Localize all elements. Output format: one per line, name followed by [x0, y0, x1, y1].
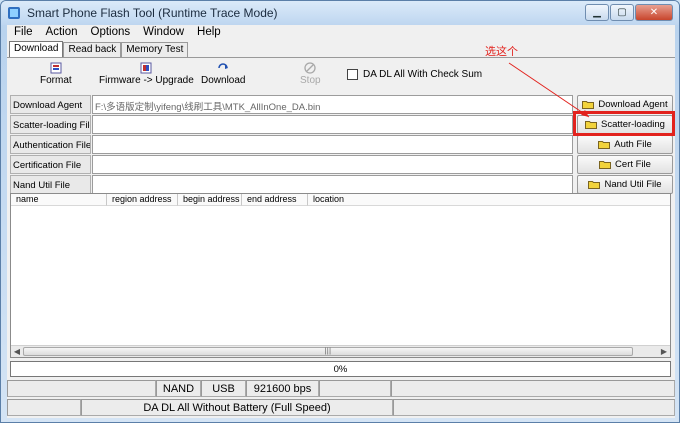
folder-icon: [599, 161, 612, 169]
status-mode: DA DL All Without Battery (Full Speed): [81, 399, 393, 416]
scroll-left-icon[interactable]: ◀: [11, 346, 23, 357]
file-row-authentication: Authentication File Auth File: [10, 135, 673, 154]
tab-divider: [7, 57, 675, 58]
window-controls: ▁ ▢ ✕: [585, 4, 673, 21]
authentication-label: Authentication File: [10, 135, 91, 154]
status-storage: NAND: [156, 380, 201, 397]
minimize-button[interactable]: ▁: [585, 4, 609, 21]
column-begin-address[interactable]: begin address: [178, 194, 242, 206]
download-icon: [216, 61, 230, 75]
status-cell-empty-5: [393, 399, 675, 416]
cert-file-button[interactable]: Cert File: [577, 155, 673, 174]
format-button[interactable]: Format: [40, 61, 72, 86]
tab-read-back[interactable]: Read back: [63, 42, 122, 57]
nand-util-button[interactable]: Nand Util File: [577, 175, 673, 194]
column-end-address[interactable]: end address: [242, 194, 308, 206]
auth-file-button[interactable]: Auth File: [577, 135, 673, 154]
auth-file-button-label: Auth File: [614, 139, 652, 150]
format-label: Format: [40, 75, 72, 86]
scroll-thumb[interactable]: |||: [23, 347, 633, 356]
format-icon: [49, 61, 63, 75]
menu-help[interactable]: Help: [190, 25, 227, 41]
stop-label: Stop: [300, 75, 321, 86]
file-row-certification: Certification File Cert File: [10, 155, 673, 174]
tab-download[interactable]: Download: [9, 41, 64, 57]
download-agent-button-label: Download Agent: [598, 99, 668, 110]
status-bar: NAND USB 921600 bps DA DL All Without Ba…: [7, 380, 675, 418]
menu-bar: File Action Options Window Help: [7, 25, 675, 41]
menu-window[interactable]: Window: [136, 25, 190, 41]
annotation-arrow-icon: [508, 62, 590, 118]
folder-icon: [588, 181, 601, 189]
download-agent-label: Download Agent: [10, 95, 91, 114]
tab-memory-test[interactable]: Memory Test: [121, 42, 189, 57]
nand-util-label: Nand Util File: [10, 175, 91, 194]
menu-file[interactable]: File: [7, 25, 39, 41]
download-label: Download: [201, 75, 246, 86]
window-title: Smart Phone Flash Tool (Runtime Trace Mo…: [27, 6, 278, 20]
app-window: Smart Phone Flash Tool (Runtime Trace Mo…: [0, 0, 680, 423]
download-button[interactable]: Download: [201, 61, 245, 86]
table-header: name region address begin address end ad…: [11, 194, 670, 206]
status-cell-empty-4: [7, 399, 81, 416]
status-cell-empty-3: [391, 380, 675, 397]
firmware-upgrade-icon: [139, 61, 153, 75]
partition-table[interactable]: name region address begin address end ad…: [10, 193, 671, 358]
tab-strip: Download Read back Memory Test: [9, 41, 189, 57]
column-location[interactable]: location: [308, 194, 670, 206]
folder-icon: [598, 141, 611, 149]
checksum-checkbox[interactable]: [347, 69, 358, 80]
scroll-right-icon[interactable]: ▶: [658, 346, 670, 357]
menu-options[interactable]: Options: [84, 25, 137, 41]
close-button[interactable]: ✕: [635, 4, 673, 21]
stop-button[interactable]: Stop: [300, 61, 321, 86]
progress-bar: 0%: [10, 361, 671, 377]
cert-file-button-label: Cert File: [615, 159, 651, 170]
file-row-nand-util: Nand Util File Nand Util File: [10, 175, 673, 194]
status-cell-empty-1: [7, 380, 156, 397]
authentication-input[interactable]: [92, 135, 573, 154]
certification-input[interactable]: [92, 155, 573, 174]
main-panel: File Action Options Window Help Download…: [7, 25, 675, 418]
certification-label: Certification File: [10, 155, 91, 174]
nand-util-button-label: Nand Util File: [604, 179, 662, 190]
menu-action[interactable]: Action: [39, 25, 84, 41]
status-baud: 921600 bps: [246, 380, 319, 397]
app-icon: [8, 7, 20, 19]
annotation-text: 选这个: [485, 46, 518, 58]
nand-util-input[interactable]: [92, 175, 573, 194]
horizontal-scrollbar[interactable]: ◀ ||| ▶: [11, 345, 670, 357]
stop-icon: [303, 61, 317, 75]
status-port: USB: [201, 380, 246, 397]
maximize-button[interactable]: ▢: [610, 4, 634, 21]
checksum-option[interactable]: DA DL All With Check Sum: [347, 69, 482, 80]
scatter-loading-label: Scatter-loading File: [10, 115, 91, 134]
column-name[interactable]: name: [11, 194, 107, 206]
status-cell-empty-2: [319, 380, 391, 397]
title-bar[interactable]: Smart Phone Flash Tool (Runtime Trace Mo…: [1, 1, 679, 25]
column-region-address[interactable]: region address: [107, 194, 178, 206]
checksum-label: DA DL All With Check Sum: [363, 69, 483, 80]
firmware-upgrade-button[interactable]: Firmware -> Upgrade: [99, 61, 194, 86]
progress-text: 0%: [333, 364, 348, 375]
firmware-upgrade-label: Firmware -> Upgrade: [99, 75, 194, 86]
